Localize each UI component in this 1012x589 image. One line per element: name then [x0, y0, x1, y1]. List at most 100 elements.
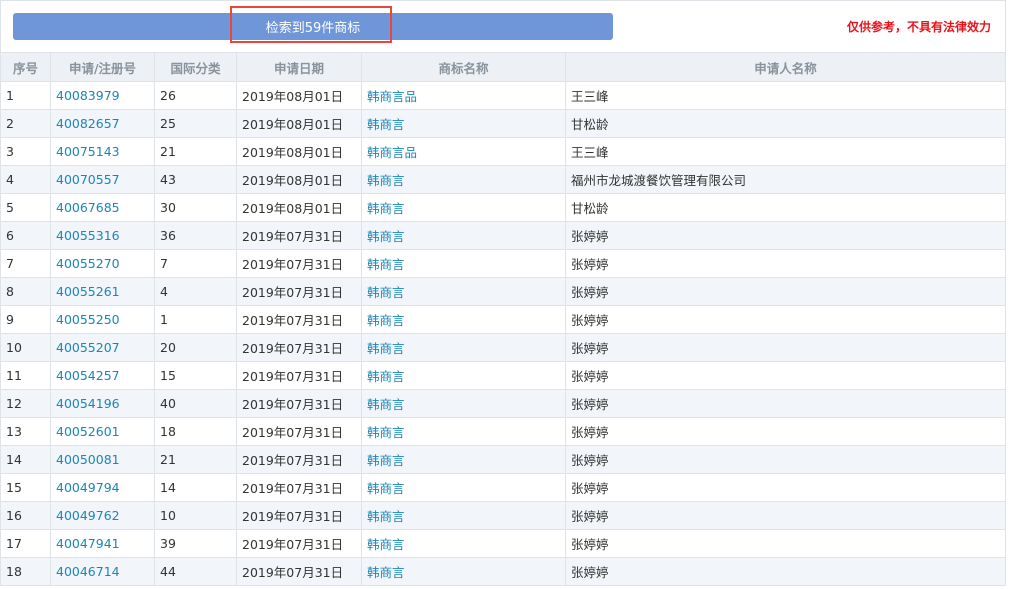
registration-number-link[interactable]: 40055250 [56, 312, 120, 327]
registration-number-cell: 40046714 [50, 557, 155, 586]
row-number-cell: 6 [0, 221, 51, 250]
application-date-cell: 2019年07月31日 [242, 453, 344, 468]
international-class-cell: 1 [160, 312, 168, 327]
applicant-name-cell: 张婷婷 [565, 277, 1006, 306]
registration-number-link[interactable]: 40046714 [56, 564, 120, 579]
row-number-cell: 13 [0, 417, 51, 446]
applicant-name-cell: 张婷婷 [565, 361, 1006, 390]
applicant-name-cell: 张婷婷 [565, 529, 1006, 558]
trademark-name-link[interactable]: 韩商言 [367, 397, 405, 412]
table-row: 16 40049762 10 2019年07月31日 韩商言 张婷婷 [0, 501, 1006, 530]
trademark-name-link[interactable]: 韩商言 [367, 481, 405, 496]
registration-number-cell: 40055207 [50, 333, 155, 362]
registration-number-link[interactable]: 40055316 [56, 228, 120, 243]
applicant-name-cell: 福州市龙城渡餐饮管理有限公司 [565, 165, 1006, 194]
row-number-cell: 2 [0, 109, 51, 138]
trademark-name-link[interactable]: 韩商言 [367, 257, 405, 272]
international-class-cell: 43 [154, 165, 237, 194]
international-class-cell: 26 [154, 81, 237, 110]
trademark-name-link[interactable]: 韩商言 [367, 565, 405, 580]
trademark-name-link[interactable]: 韩商言品 [367, 145, 417, 160]
registration-number-link[interactable]: 40067685 [56, 200, 120, 215]
table-row: 9 40055250 1 2019年07月31日 韩商言 张婷婷 [0, 305, 1006, 334]
application-date-cell: 2019年07月31日 [242, 425, 344, 440]
trademark-name-link[interactable]: 韩商言 [367, 369, 405, 384]
table-row: 1 40083979 26 2019年08月01日 韩商言品 王三峰 [0, 81, 1006, 110]
international-class-cell: 14 [154, 473, 237, 502]
applicant-name-cell: 甘松龄 [571, 201, 609, 216]
registration-number-cell: 40055261 [50, 277, 155, 306]
trademark-name-cell: 韩商言 [361, 445, 566, 474]
international-class-cell: 40 [154, 389, 237, 418]
international-class-cell: 7 [160, 256, 168, 271]
trademark-name-link[interactable]: 韩商言 [367, 453, 405, 468]
registration-number-link[interactable]: 40054196 [56, 396, 120, 411]
registration-number-link[interactable]: 40083979 [56, 88, 120, 103]
trademark-name-cell: 韩商言 [361, 417, 566, 446]
trademark-name-link[interactable]: 韩商言 [367, 341, 405, 356]
row-number-cell: 1 [6, 88, 14, 103]
trademark-name-link[interactable]: 韩商言 [367, 201, 405, 216]
application-date-cell: 2019年08月01日 [242, 145, 344, 160]
registration-number-link[interactable]: 40054257 [56, 368, 120, 383]
registration-number-cell: 40055270 [50, 249, 155, 278]
applicant-name-cell: 张婷婷 [571, 453, 609, 468]
international-class-cell: 21 [154, 137, 237, 166]
trademark-name-cell: 韩商言 [361, 193, 566, 222]
trademark-name-link[interactable]: 韩商言 [367, 537, 405, 552]
trademark-name-cell: 韩商言 [361, 165, 566, 194]
registration-number-link[interactable]: 40082657 [56, 116, 120, 131]
applicant-name-cell: 张婷婷 [571, 285, 609, 300]
application-date-cell: 2019年07月31日 [236, 305, 362, 334]
applicant-name-cell: 张婷婷 [565, 221, 1006, 250]
international-class-cell: 25 [160, 116, 176, 131]
registration-number-link[interactable]: 40070557 [56, 172, 120, 187]
international-class-cell: 39 [154, 529, 237, 558]
row-number-cell: 3 [6, 144, 14, 159]
international-class-cell: 39 [160, 536, 176, 551]
row-number-cell: 8 [0, 277, 51, 306]
applicant-name-cell: 福州市龙城渡餐饮管理有限公司 [571, 173, 747, 188]
application-date-cell: 2019年07月31日 [236, 277, 362, 306]
applicant-name-cell: 张婷婷 [565, 473, 1006, 502]
registration-number-link[interactable]: 40047941 [56, 536, 120, 551]
registration-number-cell: 40070557 [50, 165, 155, 194]
trademark-name-link[interactable]: 韩商言 [367, 117, 405, 132]
applicant-name-cell: 王三峰 [565, 81, 1006, 110]
application-date-cell: 2019年07月31日 [236, 389, 362, 418]
registration-number-link[interactable]: 40075143 [56, 144, 120, 159]
application-date-cell: 2019年07月31日 [236, 473, 362, 502]
registration-number-link[interactable]: 40055207 [56, 340, 120, 355]
registration-number-link[interactable]: 40055261 [56, 284, 120, 299]
international-class-cell: 21 [154, 445, 237, 474]
trademark-name-link[interactable]: 韩商言 [367, 425, 405, 440]
trademark-name-cell: 韩商言 [361, 277, 566, 306]
applicant-name-cell: 甘松龄 [565, 109, 1006, 138]
applicant-name-cell: 张婷婷 [571, 509, 609, 524]
trademark-name-cell: 韩商言 [361, 361, 566, 390]
international-class-cell: 10 [154, 501, 237, 530]
application-date-cell: 2019年08月01日 [236, 81, 362, 110]
registration-number-link[interactable]: 40050081 [56, 452, 120, 467]
trademark-name-link[interactable]: 韩商言 [367, 509, 405, 524]
registration-number-link[interactable]: 40055270 [56, 256, 120, 271]
trademark-name-link[interactable]: 韩商言 [367, 173, 405, 188]
table-row: 6 40055316 36 2019年07月31日 韩商言 张婷婷 [0, 221, 1006, 250]
applicant-name-cell: 张婷婷 [571, 565, 609, 580]
registration-number-link[interactable]: 40049762 [56, 508, 120, 523]
registration-number-link[interactable]: 40052601 [56, 424, 120, 439]
international-class-cell: 18 [154, 417, 237, 446]
trademark-search-results-page: 检索到59件商标 仅供参考，不具有法律效力 序号 申请/注册号 国际分类 申请日… [0, 0, 1012, 589]
trademark-results-table: 序号 申请/注册号 国际分类 申请日期 商标名称 申请人名称 1 40083979… [0, 52, 1006, 586]
trademark-name-link[interactable]: 韩商言 [367, 313, 405, 328]
trademark-name-link[interactable]: 韩商言 [367, 229, 405, 244]
result-count-banner: 检索到59件商标 [13, 13, 613, 40]
registration-number-link[interactable]: 40049794 [56, 480, 120, 495]
trademark-name-link[interactable]: 韩商言 [367, 285, 405, 300]
applicant-name-cell: 张婷婷 [571, 537, 609, 552]
international-class-cell: 30 [160, 200, 176, 215]
international-class-cell: 36 [154, 221, 237, 250]
trademark-name-link[interactable]: 韩商言品 [367, 89, 417, 104]
applicant-name-cell: 张婷婷 [571, 257, 609, 272]
applicant-name-cell: 张婷婷 [565, 305, 1006, 334]
